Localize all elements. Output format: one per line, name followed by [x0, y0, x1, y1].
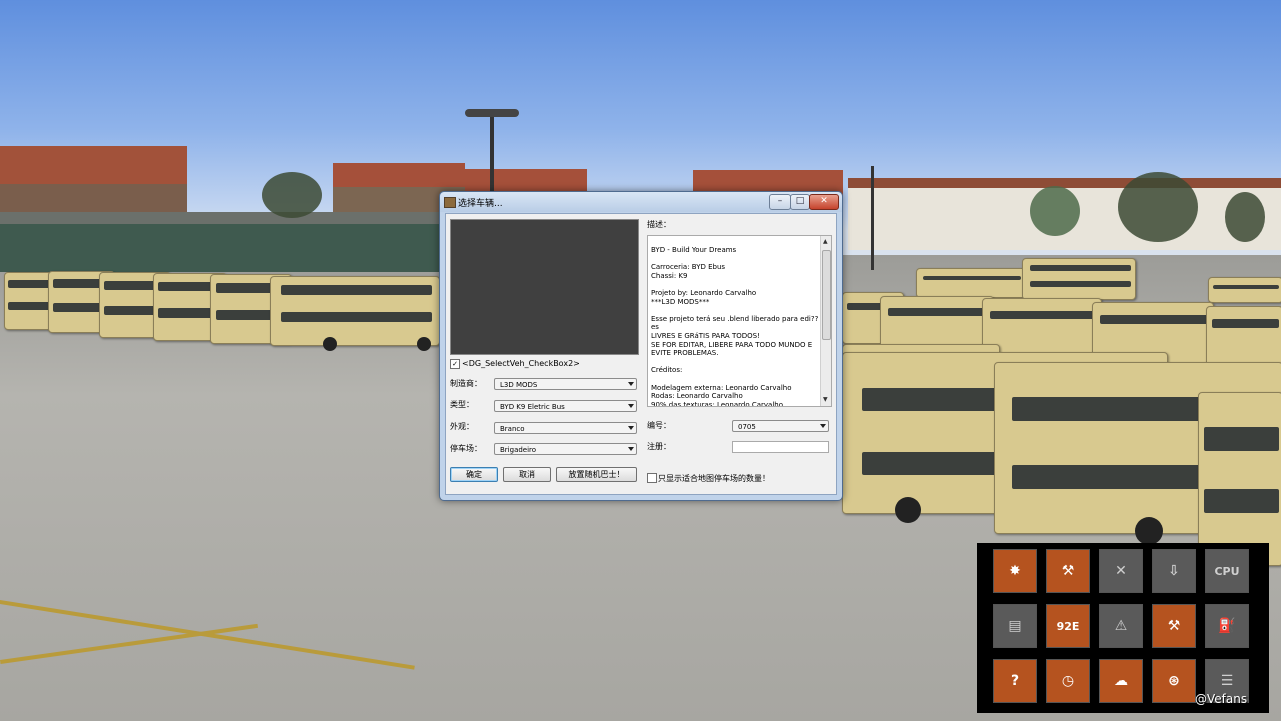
description-label: 描述：	[647, 220, 671, 229]
bus-lower-icon[interactable]: ⇩	[1152, 549, 1196, 593]
registration-field[interactable]	[732, 441, 829, 453]
description-line: ***L3D MODS***	[651, 297, 710, 306]
tool-icon-panel: ✸ ⚒ ✕ ⇩ CPU ▤ 92E ⚠ ⚒ ⛽? ◷ ☁ ⊛ ☰	[977, 543, 1269, 713]
description-scrollbar[interactable]: ▲ ▼	[820, 236, 831, 406]
description-line	[651, 255, 819, 264]
scrollbar-thumb[interactable]	[822, 250, 831, 340]
number-value: 0705	[738, 423, 756, 431]
description-line	[651, 280, 819, 289]
description-textbox[interactable]: BYD - Build Your Dreams Carroceria: BYD …	[647, 235, 832, 407]
number-label: 编号：	[647, 421, 671, 430]
depot-label: 停车场：	[450, 444, 482, 453]
dialog-titlebar[interactable]: 选择车辆... – □ ✕	[440, 192, 842, 212]
registration-label: 注册：	[647, 442, 671, 451]
description-line: Créditos:	[651, 366, 683, 375]
wrench-hammer-icon[interactable]: ⚒	[1152, 604, 1196, 648]
tree	[1225, 192, 1265, 242]
chevron-down-icon	[628, 382, 634, 386]
depot-value: Brigadeiro	[500, 446, 537, 454]
type-label: 类型：	[450, 400, 474, 409]
dialog-client-area: ✓ <DG_SelectVeh_CheckBox2> 制造商： L3D MODS…	[445, 213, 837, 495]
description-line: Esse projeto terá seu .blend liberado pa…	[651, 314, 819, 332]
livery-value: Branco	[500, 425, 525, 433]
chevron-down-icon	[628, 426, 634, 430]
cpu-bus-icon[interactable]: CPU	[1205, 549, 1249, 593]
chevron-down-icon	[820, 424, 826, 428]
description-line: Carroceria: BYD Ebus	[651, 263, 726, 272]
app-icon	[444, 197, 456, 208]
steering-wheel-icon[interactable]: ⊛	[1152, 659, 1196, 703]
lamp-post	[490, 112, 494, 202]
bus	[1198, 392, 1281, 566]
manufacturer-value: L3D MODS	[500, 381, 538, 389]
help-arrow-icon[interactable]: ?	[993, 659, 1037, 703]
bus	[270, 276, 440, 351]
description-text: BYD - Build Your Dreams Carroceria: BYD …	[651, 246, 819, 407]
livery-label: 外观：	[450, 422, 474, 431]
building-left	[0, 146, 187, 218]
bus-repair-icon[interactable]: ⚒	[1046, 549, 1090, 593]
bus	[982, 298, 1102, 360]
bus-remove-icon[interactable]: ✕	[1099, 549, 1143, 593]
description-line: 90% das texturas: Leonardo Carvalho	[651, 400, 783, 407]
type-value: BYD K9 Eletric Bus	[500, 403, 565, 411]
vehicle-preview	[450, 219, 639, 355]
select-vehicle-checkbox-label: <DG_SelectVeh_CheckBox2>	[462, 359, 580, 368]
select-vehicle-dialog: 选择车辆... – □ ✕ ✓ <DG_SelectVeh_CheckBox2>…	[439, 191, 843, 501]
minimize-button[interactable]: –	[769, 194, 791, 210]
description-line	[651, 375, 819, 384]
scroll-up-icon[interactable]: ▲	[823, 238, 828, 245]
description-line: EVITE PROBLEMAS.	[651, 349, 719, 358]
ok-button[interactable]: 确定	[450, 467, 498, 482]
livery-select[interactable]: Branco	[494, 422, 637, 434]
bus	[1208, 277, 1281, 303]
manufacturer-select[interactable]: L3D MODS	[494, 378, 637, 390]
description-line: BYD - Build Your Dreams	[651, 246, 737, 254]
tree	[1030, 186, 1080, 236]
close-button[interactable]: ✕	[809, 194, 839, 210]
description-line: Chassi: K9	[651, 271, 688, 280]
description-line: Rodas: Leonardo Carvalho	[651, 392, 743, 401]
depot-select[interactable]: Brigadeiro	[494, 443, 637, 455]
dialog-title: 选择车辆...	[458, 199, 503, 209]
manufacturer-label: 制造商：	[450, 379, 482, 388]
route-display-icon[interactable]: 92E	[1046, 604, 1090, 648]
map-depot-filter-label: 只显示适合地图停车场的数量！	[658, 474, 770, 483]
bus	[916, 268, 1026, 298]
type-select[interactable]: BYD K9 Eletric Bus	[494, 400, 637, 412]
place-random-bus-button[interactable]: 放置随机巴士！	[556, 467, 637, 482]
depot-shed	[0, 212, 440, 272]
tree	[1118, 172, 1198, 242]
ticket-printer-icon[interactable]: ▤	[993, 604, 1037, 648]
weather-icon[interactable]: ☁	[1099, 659, 1143, 703]
description-line: SE FOR EDITAR, LIBERE PARA TODO MUNDO E	[651, 340, 813, 349]
description-line	[651, 358, 819, 367]
bus	[1206, 306, 1281, 370]
description-line	[651, 306, 819, 315]
chevron-down-icon	[628, 447, 634, 451]
number-select[interactable]: 0705	[732, 420, 829, 432]
cancel-button[interactable]: 取消	[503, 467, 551, 482]
lamp-head	[465, 109, 519, 117]
watermark: @Vefans	[1195, 692, 1248, 706]
tree	[262, 172, 322, 218]
chevron-down-icon	[628, 404, 634, 408]
bus-stop-light-icon[interactable]: ✸	[993, 549, 1037, 593]
map-depot-filter-checkbox[interactable]	[647, 473, 657, 483]
select-vehicle-checkbox[interactable]: ✓	[450, 359, 460, 369]
description-line: Modelagem externa: Leonardo Carvalho	[651, 383, 792, 392]
clock-icon[interactable]: ◷	[1046, 659, 1090, 703]
car-crash-icon[interactable]: ⚠	[1099, 604, 1143, 648]
lamp-post	[871, 166, 874, 270]
maximize-button[interactable]: □	[790, 194, 810, 210]
description-line: Projeto by: Leonardo Carvalho	[651, 288, 757, 297]
description-line: LIVRES E GRáTIS PARA TODOS!	[651, 331, 760, 340]
bus	[1022, 258, 1136, 300]
fuel-pump-icon[interactable]: ⛽	[1205, 604, 1249, 648]
scroll-down-icon[interactable]: ▼	[823, 396, 828, 403]
